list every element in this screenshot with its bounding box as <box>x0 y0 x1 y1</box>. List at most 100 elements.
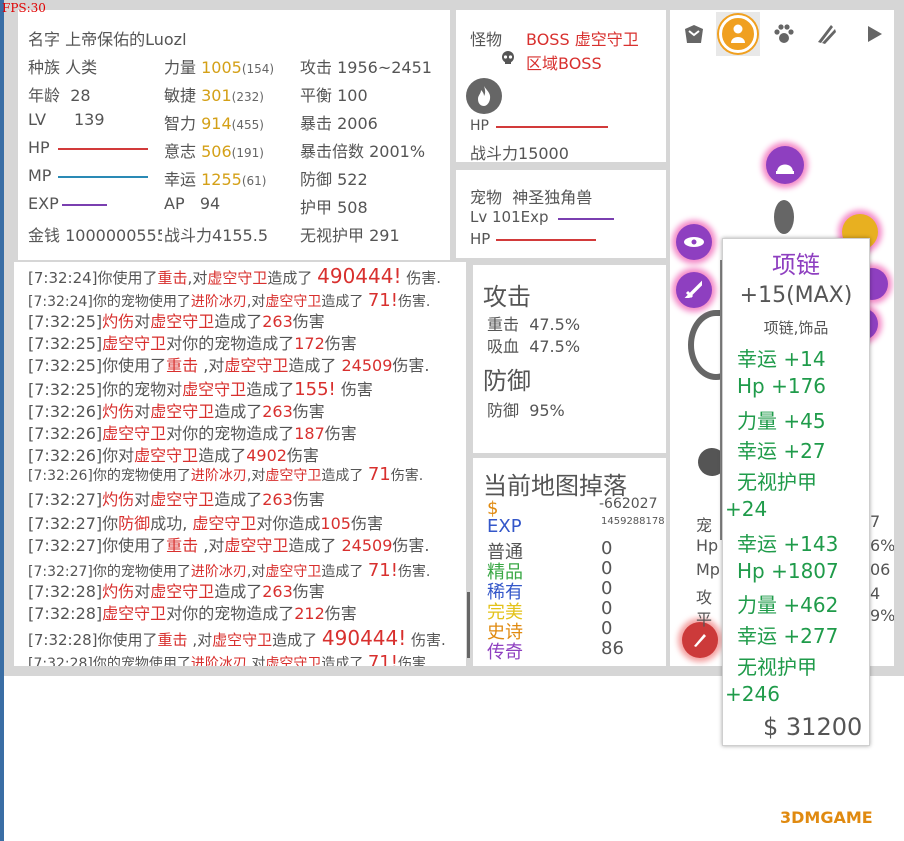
log-highlight: 灼伤 <box>102 582 135 601</box>
helmet-slot[interactable] <box>766 146 804 184</box>
monster-power-value: 15000 <box>518 144 569 163</box>
log-line: [7:32:25]虚空守卫对你的宠物造成了172伤害 <box>28 330 357 354</box>
gold-value: 10000005555 <box>65 226 162 245</box>
critx-value: 2001% <box>369 142 426 161</box>
log-text: 造成了 <box>288 356 342 375</box>
character-tab-icon[interactable] <box>716 12 760 56</box>
skill-claw-tab-icon[interactable] <box>806 14 846 54</box>
player-panel: 名字 上帝保佑的Luozl 种族 人类 年龄 28 LV 139 HP MP E… <box>18 10 450 260</box>
armor-label: 护甲 <box>300 198 333 217</box>
attack-title: 攻击 <box>483 283 531 311</box>
drops-exp-value: 1459288178 <box>601 516 665 527</box>
log-text: 对 <box>134 402 151 421</box>
ap-value: 94 <box>199 194 221 213</box>
log-highlight: 24509 <box>341 356 393 375</box>
vamp-value: 47.5% <box>529 337 581 356</box>
log-text: 造成了 <box>288 536 342 555</box>
hp-bar <box>58 148 148 150</box>
def-value: 522 <box>337 170 368 189</box>
partial-label-pet: 宠 <box>696 516 713 535</box>
log-text: ,对 <box>246 656 266 666</box>
log-highlight: 虚空守卫 <box>207 269 268 287</box>
tooltip-stat-line: +24 <box>725 497 768 521</box>
atk-label: 攻击 <box>300 58 333 77</box>
window-edge <box>0 0 4 841</box>
partial-value-1: 7 <box>870 512 881 531</box>
log-text: 伤害 <box>324 334 357 353</box>
luck-sub: (61) <box>241 174 267 188</box>
pet-paw-tab-icon[interactable] <box>764 14 804 54</box>
pet-lv-value: 101 <box>492 208 521 226</box>
log-text: [7:32:25]你的宠物对 <box>28 380 183 399</box>
log-line: [7:32:28]你的宠物使用了进阶冰刃,对虚空守卫造成了 71!伤害. <box>28 652 430 666</box>
log-highlight: 155! <box>294 379 336 400</box>
tooltip-price: $ 31200 <box>763 713 863 741</box>
pet-name: 神圣独角兽 <box>512 188 593 207</box>
agi-sub: (232) <box>231 90 264 104</box>
log-line: [7:32:25]你使用了重击 ,对虚空守卫造成了 24509伤害. <box>28 352 429 376</box>
name-label: 名字 <box>28 30 61 49</box>
log-line: [7:32:26]灼伤对虚空守卫造成了263伤害 <box>28 398 325 422</box>
tooltip-stat-line: 幸运 +14 <box>737 347 826 371</box>
log-line: [7:32:24]你使用了重击,对虚空守卫造成了 490444! 伤害. <box>28 264 441 288</box>
log-text: [7:32:28]你使用了 <box>28 631 158 649</box>
log-text: 伤害 <box>292 312 325 331</box>
eye-accessory-slot[interactable] <box>676 224 712 260</box>
pet-exp-label: Exp <box>520 208 549 226</box>
partial-label-hp: Hp <box>696 536 719 555</box>
log-text: 伤害 <box>292 490 325 509</box>
bag-tab-icon[interactable] <box>674 14 714 54</box>
age-label: 年龄 <box>28 86 61 105</box>
log-highlight: 灼伤 <box>102 312 135 331</box>
play-icon[interactable] <box>854 14 894 54</box>
tooltip-stat-line: 力量 +45 <box>737 408 826 433</box>
crit-value: 2006 <box>337 114 378 133</box>
log-line: [7:32:27]你使用了重击 ,对虚空守卫造成了 24509伤害. <box>28 532 429 556</box>
log-text: 对 <box>134 312 151 331</box>
log-highlight: 490444! <box>317 264 402 288</box>
drop-tier-value: 0 <box>601 598 613 619</box>
weapon-slot[interactable] <box>676 272 712 308</box>
def-label: 防御 <box>300 170 333 189</box>
crit-label: 暴击 <box>300 114 333 133</box>
log-line: [7:32:28]灼伤对虚空守卫造成了263伤害 <box>28 578 325 602</box>
log-highlight: 虚空守卫 <box>212 631 273 649</box>
log-highlight: 虚空守卫 <box>150 312 215 331</box>
partial-value-4: 4 <box>870 584 881 603</box>
monster-name: BOSS 虚空守卫 <box>526 30 639 49</box>
log-text: 对你造成 <box>256 514 321 533</box>
block-label: 防御 <box>487 401 520 420</box>
log-text: [7:32:28] <box>28 582 103 601</box>
tooltip-stat-line: Hp +1807 <box>737 558 839 583</box>
power-label: 战斗力 <box>164 226 213 245</box>
monster-power-label: 战斗力 <box>470 144 519 163</box>
log-text: ,对 <box>198 536 225 555</box>
log-highlight: 重击 <box>166 356 199 375</box>
tooltip-stat-line: +246 <box>725 681 780 706</box>
log-highlight: 虚空守卫 <box>102 334 167 353</box>
log-highlight: 进阶冰刃 <box>190 468 247 484</box>
tooltip-stat-line: 幸运 +143 <box>737 531 839 556</box>
combat-log[interactable]: [7:32:24]你使用了重击,对虚空守卫造成了 490444! 伤害. [7:3… <box>14 262 466 666</box>
drops-scrollbar[interactable] <box>467 592 470 658</box>
critx-label: 暴击倍数 <box>300 142 365 161</box>
log-highlight: 虚空守卫 <box>224 356 289 375</box>
str-label: 力量 <box>164 58 197 77</box>
tooltip-stat-line: 无视护甲 <box>737 470 817 495</box>
drop-tier-value: 0 <box>601 618 613 639</box>
name-value: 上帝保佑的Luozl <box>65 30 187 49</box>
exp-bar <box>62 204 107 206</box>
log-text: 造成了 <box>321 294 368 310</box>
log-text: 造成了 <box>321 564 368 580</box>
tooltip-stat-line: 无视护甲 <box>737 655 817 679</box>
monster-label: 怪物 <box>470 30 503 49</box>
fps-counter: FPS:30 <box>2 1 46 15</box>
log-text: 对你的宠物造成了 <box>166 424 295 443</box>
log-text: [7:32:25] <box>28 312 103 331</box>
log-text: [7:32:28] <box>28 604 103 623</box>
log-line: [7:32:25]你的宠物对虚空守卫造成了155! 伤害 <box>28 376 373 400</box>
log-line: [7:32:28]你使用了重击 ,对虚空守卫造成了 490444! 伤害. <box>28 626 446 650</box>
log-text: [7:32:27] <box>28 490 103 509</box>
log-text: [7:32:27]你使用了 <box>28 536 167 555</box>
drop-tier-value: 0 <box>601 578 613 599</box>
